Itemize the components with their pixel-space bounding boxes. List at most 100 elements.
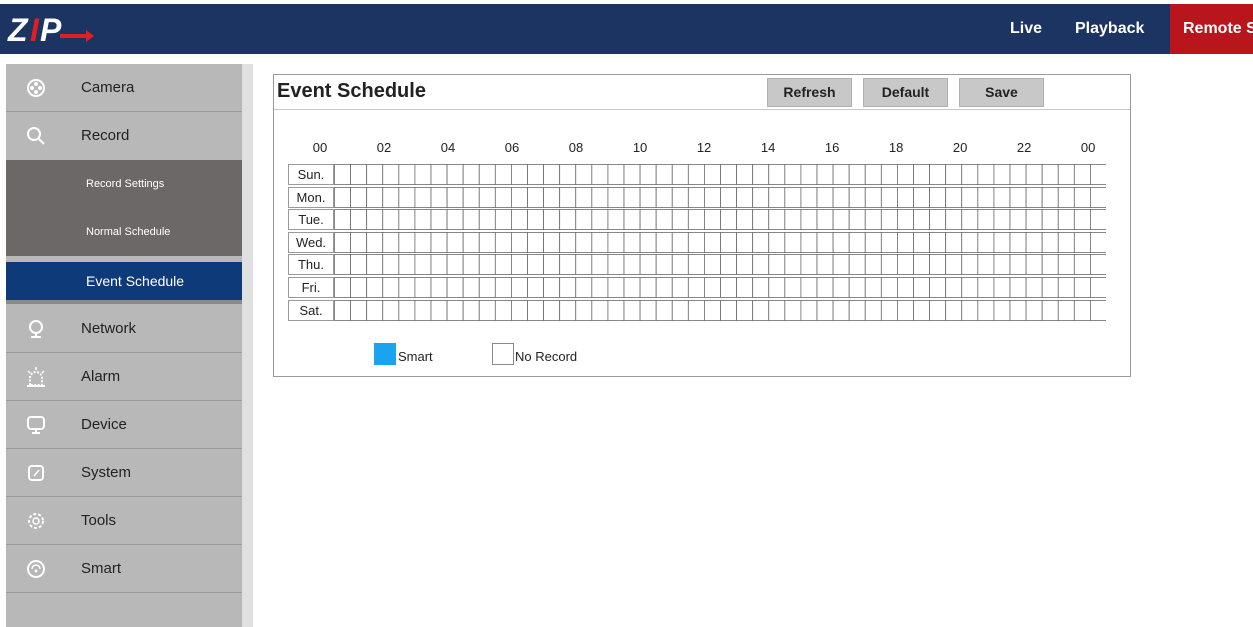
- schedule-cell[interactable]: [800, 299, 818, 321]
- schedule-cell[interactable]: [848, 164, 866, 185]
- schedule-cell[interactable]: [527, 277, 544, 298]
- schedule-cell[interactable]: [591, 164, 609, 185]
- schedule-cell[interactable]: [961, 299, 979, 321]
- schedule-cell[interactable]: [768, 231, 786, 253]
- schedule-cell[interactable]: [913, 209, 930, 231]
- schedule-cell[interactable]: [816, 277, 834, 298]
- schedule-cell[interactable]: [752, 164, 770, 185]
- schedule-cell[interactable]: [864, 254, 882, 276]
- schedule-cell[interactable]: [334, 231, 351, 253]
- schedule-cell[interactable]: [511, 164, 528, 185]
- schedule-cell[interactable]: [366, 299, 384, 321]
- schedule-cell[interactable]: [655, 254, 673, 276]
- schedule-cell[interactable]: [880, 254, 898, 276]
- schedule-cell[interactable]: [1090, 186, 1106, 208]
- schedule-cell[interactable]: [977, 254, 995, 276]
- schedule-cell[interactable]: [1090, 254, 1106, 276]
- schedule-cell[interactable]: [816, 186, 834, 208]
- schedule-cell[interactable]: [591, 299, 609, 321]
- schedule-cell[interactable]: [929, 231, 947, 253]
- schedule-cell[interactable]: [832, 186, 850, 208]
- schedule-cell[interactable]: [494, 254, 512, 276]
- schedule-cell[interactable]: [382, 209, 400, 231]
- schedule-cell[interactable]: [993, 299, 1011, 321]
- schedule-cell[interactable]: [945, 209, 963, 231]
- schedule-cell[interactable]: [591, 209, 609, 231]
- schedule-cell[interactable]: [575, 231, 593, 253]
- schedule-cell[interactable]: [446, 186, 464, 208]
- schedule-cell[interactable]: [1090, 277, 1106, 298]
- default-button[interactable]: Default: [863, 78, 948, 107]
- schedule-cell[interactable]: [1090, 209, 1106, 231]
- schedule-cell[interactable]: [414, 299, 432, 321]
- schedule-cell[interactable]: [494, 299, 512, 321]
- schedule-cell[interactable]: [784, 231, 802, 253]
- schedule-cell[interactable]: [1009, 277, 1027, 298]
- nav-live[interactable]: Live: [1010, 4, 1042, 54]
- schedule-cell[interactable]: [366, 164, 384, 185]
- schedule-cell[interactable]: [1041, 277, 1059, 298]
- schedule-cell[interactable]: [784, 164, 802, 185]
- schedule-cell[interactable]: [977, 277, 995, 298]
- schedule-cell[interactable]: [591, 254, 609, 276]
- schedule-cell[interactable]: [864, 186, 882, 208]
- schedule-cell[interactable]: [575, 277, 593, 298]
- schedule-row[interactable]: [334, 186, 1106, 208]
- schedule-cell[interactable]: [430, 186, 448, 208]
- schedule-cell[interactable]: [848, 231, 866, 253]
- schedule-cell[interactable]: [543, 231, 561, 253]
- schedule-cell[interactable]: [559, 277, 577, 298]
- schedule-cell[interactable]: [511, 254, 528, 276]
- schedule-row[interactable]: [334, 277, 1106, 298]
- schedule-cell[interactable]: [864, 299, 882, 321]
- schedule-cell[interactable]: [929, 254, 947, 276]
- schedule-cell[interactable]: [687, 277, 705, 298]
- schedule-cell[interactable]: [527, 299, 544, 321]
- schedule-cell[interactable]: [832, 254, 850, 276]
- schedule-cell[interactable]: [848, 277, 866, 298]
- schedule-cell[interactable]: [655, 231, 673, 253]
- schedule-cell[interactable]: [334, 209, 351, 231]
- schedule-cell[interactable]: [736, 164, 754, 185]
- schedule-cell[interactable]: [1073, 209, 1091, 231]
- sidebar-item-system[interactable]: System: [6, 449, 242, 497]
- schedule-cell[interactable]: [655, 277, 673, 298]
- schedule-cell[interactable]: [511, 277, 528, 298]
- schedule-cell[interactable]: [527, 231, 544, 253]
- schedule-cell[interactable]: [1057, 254, 1075, 276]
- schedule-cell[interactable]: [913, 186, 930, 208]
- schedule-cell[interactable]: [671, 299, 689, 321]
- schedule-cell[interactable]: [1009, 164, 1027, 185]
- schedule-cell[interactable]: [478, 299, 496, 321]
- save-button[interactable]: Save: [959, 78, 1044, 107]
- schedule-cell[interactable]: [559, 254, 577, 276]
- schedule-cell[interactable]: [575, 164, 593, 185]
- schedule-cell[interactable]: [897, 254, 914, 276]
- schedule-cell[interactable]: [430, 209, 448, 231]
- schedule-cell[interactable]: [1025, 254, 1043, 276]
- schedule-cell[interactable]: [929, 186, 947, 208]
- schedule-cell[interactable]: [671, 231, 689, 253]
- schedule-cell[interactable]: [816, 254, 834, 276]
- schedule-cell[interactable]: [687, 231, 705, 253]
- schedule-cell[interactable]: [720, 209, 737, 231]
- schedule-cell[interactable]: [446, 231, 464, 253]
- schedule-cell[interactable]: [511, 231, 528, 253]
- schedule-cell[interactable]: [768, 164, 786, 185]
- schedule-cell[interactable]: [913, 254, 930, 276]
- schedule-cell[interactable]: [816, 299, 834, 321]
- schedule-cell[interactable]: [1041, 209, 1059, 231]
- schedule-cell[interactable]: [462, 209, 480, 231]
- sidebar-item-network[interactable]: Network: [6, 305, 242, 353]
- schedule-cell[interactable]: [961, 277, 979, 298]
- schedule-cell[interactable]: [350, 277, 368, 298]
- schedule-cell[interactable]: [704, 231, 721, 253]
- schedule-cell[interactable]: [768, 254, 786, 276]
- schedule-cell[interactable]: [527, 209, 544, 231]
- schedule-cell[interactable]: [720, 186, 737, 208]
- schedule-cell[interactable]: [543, 254, 561, 276]
- schedule-cell[interactable]: [704, 277, 721, 298]
- schedule-cell[interactable]: [478, 231, 496, 253]
- schedule-cell[interactable]: [880, 277, 898, 298]
- schedule-cell[interactable]: [607, 164, 625, 185]
